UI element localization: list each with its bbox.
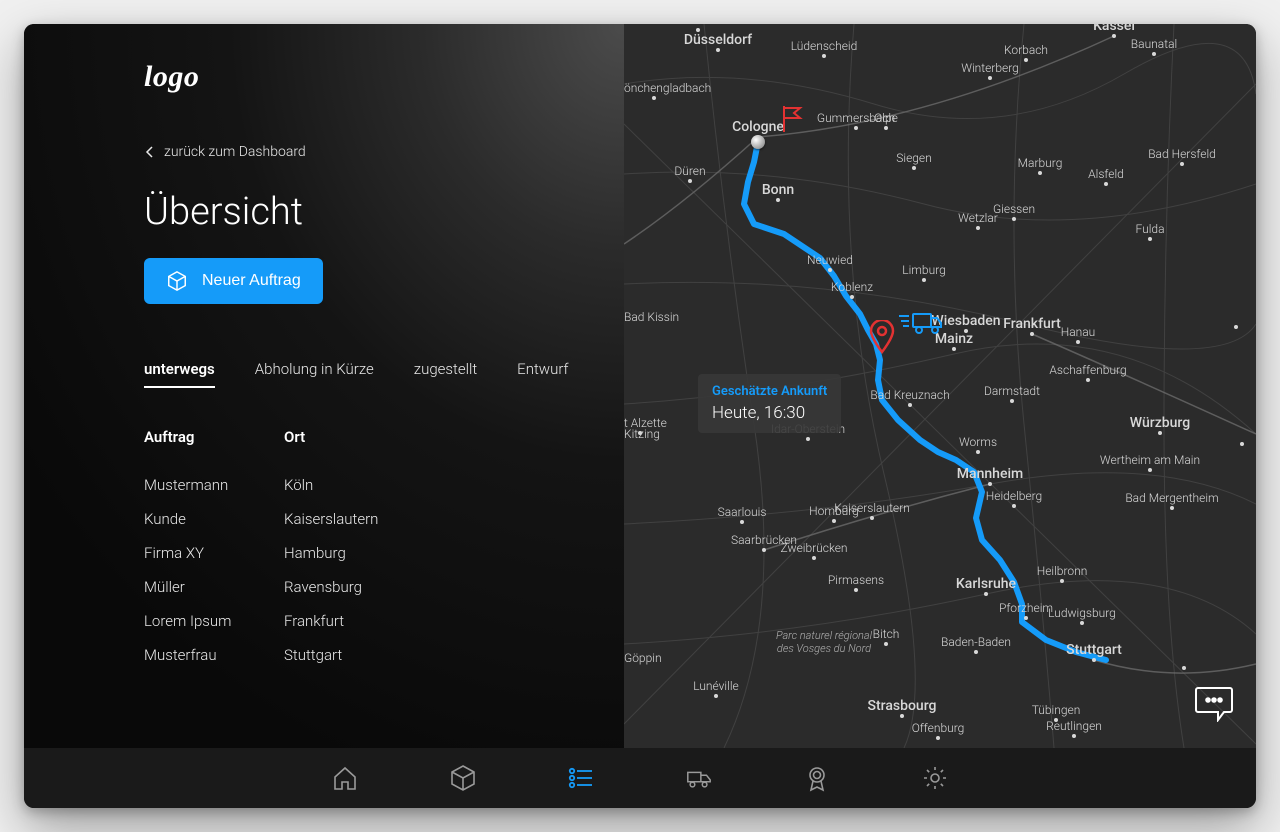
chat-button[interactable] xyxy=(1194,684,1234,726)
table-row[interactable]: Firma XYHamburg xyxy=(144,536,576,570)
nav-package[interactable] xyxy=(448,763,478,793)
th-auftrag: Auftrag xyxy=(144,428,284,446)
table-row[interactable]: MustermannKöln xyxy=(144,468,576,502)
orders-table: Auftrag Ort MustermannKöln KundeKaisersl… xyxy=(144,428,576,672)
eta-value: Heute, 16:30 xyxy=(712,403,827,423)
package-icon xyxy=(449,764,477,792)
eta-title: Geschätzte Ankunft xyxy=(712,384,827,399)
table-row[interactable]: MusterfrauStuttgart xyxy=(144,638,576,672)
nav-delivery[interactable] xyxy=(684,763,714,793)
th-ort: Ort xyxy=(284,428,305,446)
nav-list[interactable] xyxy=(566,763,596,793)
flag-icon xyxy=(780,106,804,136)
logo: logo xyxy=(144,60,576,94)
location-pin-icon xyxy=(869,320,895,358)
chevron-left-icon xyxy=(144,146,156,158)
home-icon xyxy=(331,764,359,792)
gear-icon xyxy=(921,764,949,792)
table-row[interactable]: Lorem IpsumFrankfurt xyxy=(144,604,576,638)
back-link[interactable]: zurück zum Dashboard xyxy=(144,144,576,160)
package-icon xyxy=(166,270,188,292)
table-row[interactable]: MüllerRavensburg xyxy=(144,570,576,604)
table-row[interactable]: KundeKaiserslautern xyxy=(144,502,576,536)
new-order-button[interactable]: Neuer Auftrag xyxy=(144,258,323,304)
left-panel: logo zurück zum Dashboard Übersicht Neue… xyxy=(24,24,624,748)
tab-entwurf[interactable]: Entwurf xyxy=(517,360,568,388)
app-window: logo zurück zum Dashboard Übersicht Neue… xyxy=(24,24,1256,808)
truck-icon xyxy=(897,308,943,340)
map-view[interactable]: KrefeldDüsseldorfönchengladbachCologneDü… xyxy=(624,24,1256,748)
nav-award[interactable] xyxy=(802,763,832,793)
page-title: Übersicht xyxy=(144,190,576,234)
table-header: Auftrag Ort xyxy=(144,428,576,446)
back-label: zurück zum Dashboard xyxy=(164,144,306,160)
tab-abholung[interactable]: Abholung in Kürze xyxy=(255,360,374,388)
new-order-label: Neuer Auftrag xyxy=(202,272,301,290)
nav-home[interactable] xyxy=(330,763,360,793)
eta-card: Geschätzte Ankunft Heute, 16:30 xyxy=(698,374,841,433)
tab-unterwegs[interactable]: unterwegs xyxy=(144,360,215,388)
tab-zugestellt[interactable]: zugestellt xyxy=(414,360,477,388)
list-icon xyxy=(567,764,595,792)
truck-icon xyxy=(685,764,713,792)
main-area: logo zurück zum Dashboard Übersicht Neue… xyxy=(24,24,1256,748)
route-origin-marker xyxy=(751,135,765,149)
award-icon xyxy=(803,764,831,792)
nav-settings[interactable] xyxy=(920,763,950,793)
tabs: unterwegs Abholung in Kürze zugestellt E… xyxy=(144,360,576,388)
bottom-nav xyxy=(24,748,1256,808)
